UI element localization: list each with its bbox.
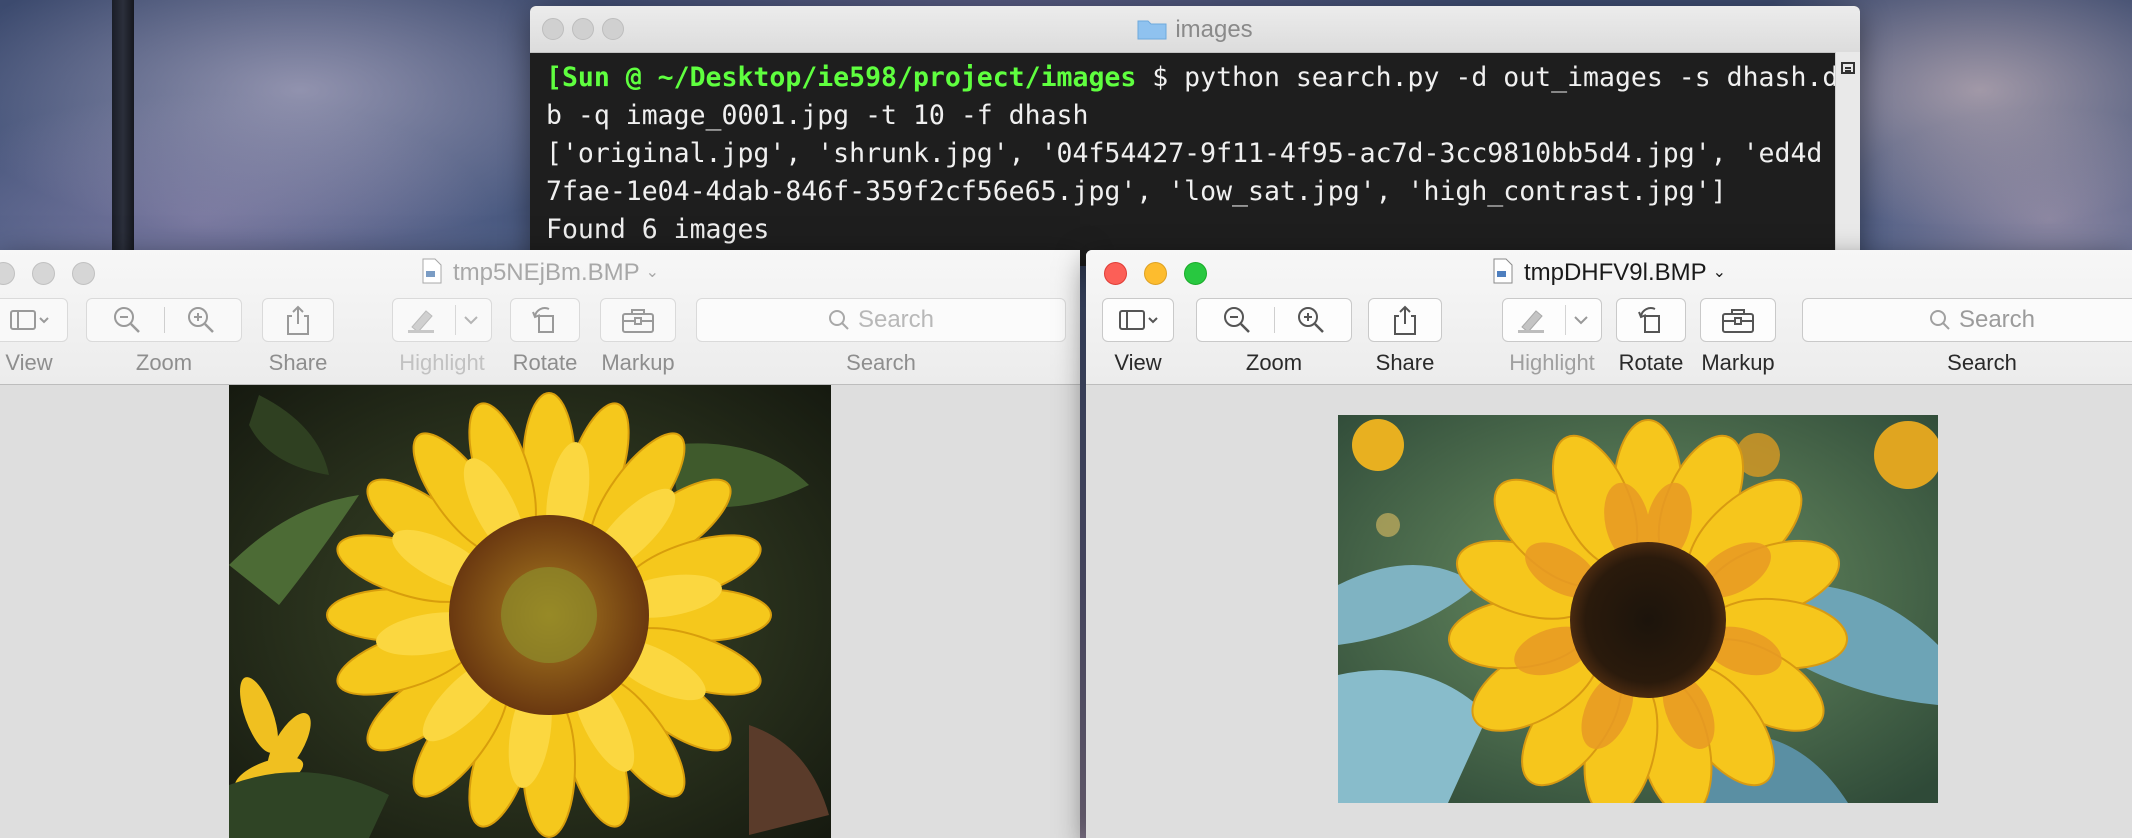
zoom-label: Zoom xyxy=(1245,350,1303,375)
terminal-window[interactable]: images [Sun @ ~/Desktop/ie598/project/im… xyxy=(530,6,1860,266)
terminal-scrollbar[interactable] xyxy=(1835,52,1860,266)
sunflower-photo xyxy=(229,385,831,838)
zoom-out-icon[interactable] xyxy=(1222,305,1252,335)
search-label: Search xyxy=(846,350,916,375)
markup-label: Markup xyxy=(601,350,675,375)
search-icon xyxy=(1929,310,1950,330)
folder-icon xyxy=(1137,18,1167,40)
image-canvas[interactable] xyxy=(0,385,1080,838)
window-title[interactable]: tmp5NEjBm.BMP ⌄ xyxy=(0,258,1080,287)
rotate-icon xyxy=(1638,307,1660,333)
zoom-out-icon[interactable] xyxy=(112,305,142,335)
preview-toolbar: tmp5NEjBm.BMP ⌄ View Zoom Share Highlight xyxy=(0,250,1080,385)
zoom-label: Zoom xyxy=(135,350,193,375)
view-label: View xyxy=(5,350,53,375)
document-icon xyxy=(422,258,442,284)
zoom-control[interactable] xyxy=(86,298,242,342)
divider xyxy=(1274,307,1275,333)
image-canvas[interactable] xyxy=(1086,385,2132,838)
highlighter-icon xyxy=(1518,310,1544,333)
share-label: Share xyxy=(268,350,328,375)
chevron-down-icon[interactable] xyxy=(462,314,480,326)
shell-prompt: [Sun @ ~/Desktop/ie598/project/images xyxy=(546,62,1137,93)
share-label: Share xyxy=(1375,350,1435,375)
search-input[interactable]: Search xyxy=(696,298,1066,342)
highlight-button[interactable] xyxy=(392,298,492,342)
preview-toolbar: tmpDHFV9l.BMP ⌄ View Zoom Share Highlight xyxy=(1086,250,2132,385)
view-label: View xyxy=(1114,350,1162,375)
document-icon xyxy=(1493,258,1513,284)
search-input[interactable]: Search xyxy=(1802,298,2132,342)
share-icon xyxy=(1394,305,1416,335)
window-title[interactable]: tmpDHFV9l.BMP ⌄ xyxy=(1086,258,2132,287)
toolbox-icon xyxy=(622,309,654,333)
toolbox-icon xyxy=(1722,309,1754,333)
preview-window-right[interactable]: tmpDHFV9l.BMP ⌄ View Zoom Share Highlight xyxy=(1086,250,2132,838)
terminal-title: images xyxy=(530,16,1860,44)
share-button[interactable] xyxy=(262,298,334,342)
highlight-button[interactable] xyxy=(1502,298,1602,342)
command-text-continued: b -q image_0001.jpg -t 10 -f dhash xyxy=(546,100,1089,131)
chevron-down-icon[interactable]: ⌄ xyxy=(646,262,659,282)
terminal-output[interactable]: [Sun @ ~/Desktop/ie598/project/images $ … xyxy=(530,53,1860,255)
rotate-icon xyxy=(532,307,554,333)
chevron-down-icon[interactable]: ⌄ xyxy=(1713,262,1726,282)
search-label: Search xyxy=(1947,350,2017,375)
highlight-label: Highlight xyxy=(1509,350,1595,375)
divider xyxy=(164,307,165,333)
share-button[interactable] xyxy=(1368,298,1442,342)
highlight-label: Highlight xyxy=(399,350,485,375)
sidebar-icon xyxy=(1119,310,1158,330)
search-icon xyxy=(828,310,849,330)
terminal-menu-icon[interactable] xyxy=(1841,62,1855,74)
share-icon xyxy=(287,305,309,335)
rotate-label: Rotate xyxy=(1618,350,1684,375)
command-text: $ python search.py -d out_images -s dhas… xyxy=(1136,62,1855,93)
output-line: ['original.jpg', 'shrunk.jpg', '04f54427… xyxy=(546,138,1823,169)
preview-window-left[interactable]: tmp5NEjBm.BMP ⌄ View Zoom Share Highlight xyxy=(0,250,1080,838)
markup-button[interactable] xyxy=(600,298,676,342)
zoom-control[interactable] xyxy=(1196,298,1352,342)
rotate-button[interactable] xyxy=(510,298,580,342)
zoom-in-icon[interactable] xyxy=(1296,305,1326,335)
chevron-down-icon[interactable] xyxy=(1572,314,1590,326)
terminal-titlebar[interactable]: images xyxy=(530,6,1860,53)
output-line: 7fae-1e04-4dab-846f-359f2cf56e65.jpg', '… xyxy=(546,176,1727,207)
highlighter-icon xyxy=(408,310,434,333)
view-button[interactable] xyxy=(0,298,68,342)
rotate-button[interactable] xyxy=(1616,298,1686,342)
zoom-in-icon[interactable] xyxy=(186,305,216,335)
rotate-label: Rotate xyxy=(512,350,578,375)
markup-label: Markup xyxy=(1701,350,1775,375)
sidebar-icon xyxy=(10,310,49,330)
view-button[interactable] xyxy=(1102,298,1174,342)
sunflower-photo-high-contrast xyxy=(1338,415,1938,803)
output-line: Found 6 images xyxy=(546,214,770,245)
markup-button[interactable] xyxy=(1700,298,1776,342)
